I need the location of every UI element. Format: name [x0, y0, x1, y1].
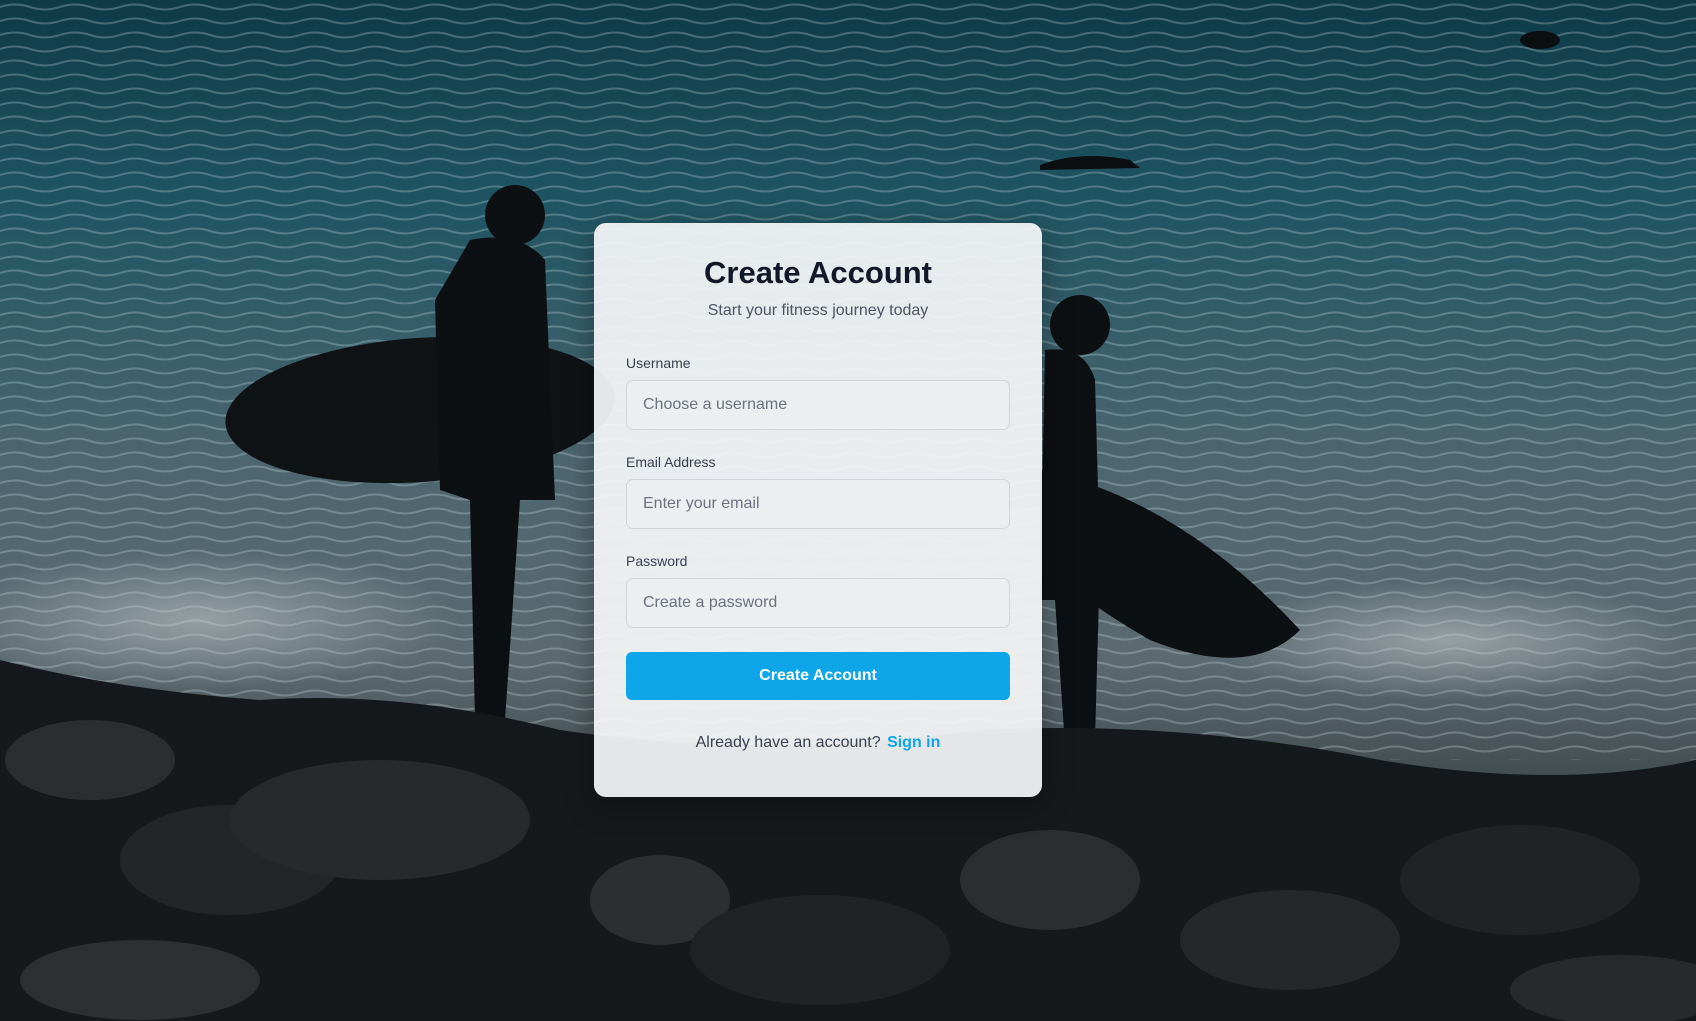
signin-prompt-text: Already have an account? [695, 734, 881, 751]
password-field-group: Password [626, 553, 1010, 628]
page-title: Create Account [704, 255, 932, 290]
email-input[interactable] [626, 479, 1010, 529]
email-label: Email Address [626, 454, 716, 470]
create-account-button[interactable]: Create Account [626, 652, 1010, 700]
username-input[interactable] [626, 380, 1010, 430]
signin-link[interactable]: Sign in [887, 734, 940, 751]
signin-prompt: Already have an account? Sign in [626, 734, 1010, 752]
signup-card: Create Account Start your fitness journe… [594, 223, 1042, 797]
email-field-group: Email Address [626, 454, 1010, 529]
page-subtitle: Start your fitness journey today [707, 302, 929, 319]
password-label: Password [626, 553, 688, 569]
password-input[interactable] [626, 578, 1010, 628]
username-field-group: Username [626, 355, 1010, 430]
username-label: Username [626, 355, 691, 371]
